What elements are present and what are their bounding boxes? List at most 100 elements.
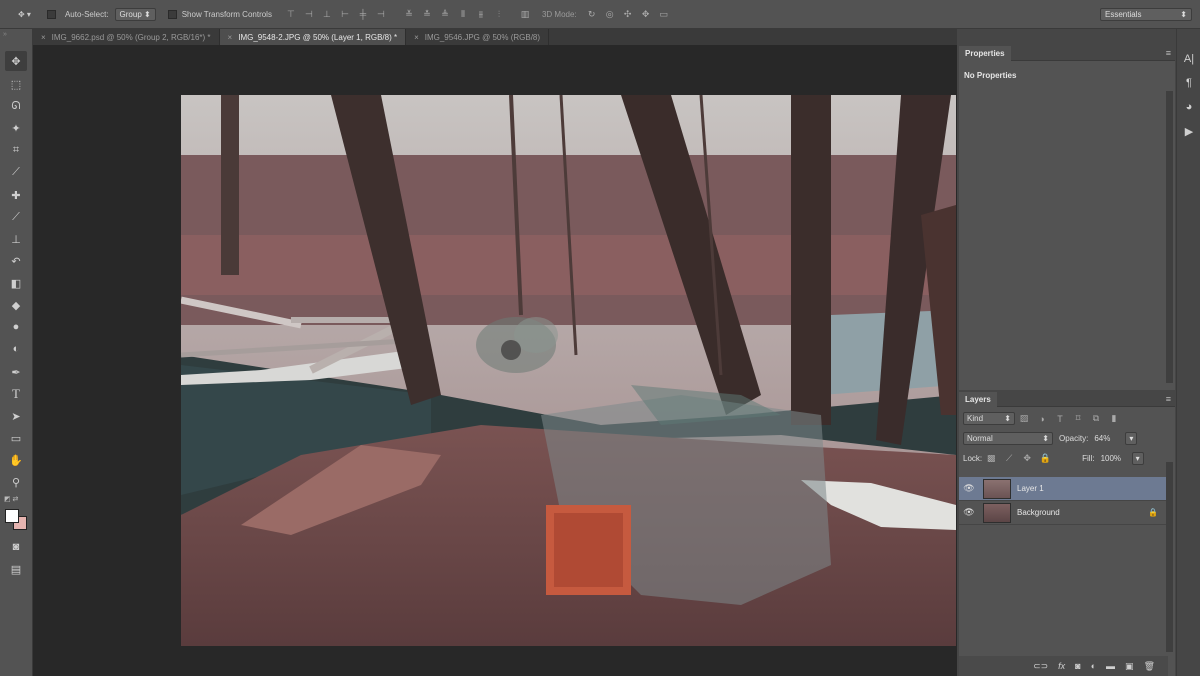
layer-row-background[interactable]: 👁 Background 🔒 bbox=[959, 501, 1168, 525]
panel-menu-icon[interactable]: ≡ bbox=[1166, 394, 1171, 404]
3d-scale-icon[interactable]: ▭ bbox=[657, 8, 671, 20]
new-layer-icon[interactable]: ▣ bbox=[1125, 661, 1134, 672]
quick-mask-icon[interactable]: ◙ bbox=[5, 537, 27, 557]
align-top-icon[interactable]: ⊤ bbox=[284, 8, 298, 20]
blend-mode-dropdown[interactable]: Normal ⬍ bbox=[963, 432, 1053, 445]
move-tool-preset-icon[interactable]: ✥ ▾ bbox=[18, 10, 31, 19]
link-layers-icon[interactable]: ⊂⊃ bbox=[1033, 661, 1048, 672]
default-colors-icon[interactable]: ◩ ⇄ bbox=[4, 495, 18, 503]
path-select-icon[interactable]: ➤ bbox=[5, 406, 27, 426]
lock-all-icon[interactable]: 🔒 bbox=[1038, 453, 1052, 465]
layer-style-icon[interactable]: fx bbox=[1058, 661, 1065, 671]
align-hcenter-icon[interactable]: ╪ bbox=[356, 8, 370, 20]
panel-menu-icon[interactable]: ≡ bbox=[1166, 48, 1171, 58]
filter-shape-icon[interactable]: ⌑ bbox=[1071, 413, 1085, 425]
hand-icon[interactable]: ✋ bbox=[5, 450, 27, 470]
layer-row-layer-1[interactable]: 👁 Layer 1 bbox=[959, 477, 1168, 501]
distribute-hcenter-icon[interactable]: ⫵ bbox=[474, 8, 488, 20]
visibility-eye-icon[interactable]: 👁 bbox=[959, 507, 979, 518]
distribute-vcenter-icon[interactable]: ≛ bbox=[420, 8, 434, 20]
auto-select-dropdown[interactable]: Group ⬍ bbox=[114, 7, 156, 21]
fill-slider-icon[interactable]: ▾ bbox=[1131, 452, 1144, 465]
3d-drag-icon[interactable]: ✣ bbox=[621, 8, 635, 20]
workspace-dropdown[interactable]: Essentials ⬍ bbox=[1100, 7, 1192, 21]
paragraph-panel-icon[interactable]: ¶ bbox=[1177, 71, 1200, 95]
close-icon[interactable]: × bbox=[414, 33, 419, 42]
tab-label: IMG_9546.JPG @ 50% (RGB/8) bbox=[424, 32, 541, 42]
eyedropper-icon[interactable]: ⟋ bbox=[5, 162, 27, 182]
healing-brush-icon[interactable]: ✚ bbox=[5, 185, 27, 205]
3d-slide-icon[interactable]: ✥ bbox=[639, 8, 653, 20]
swatch-globe-icon[interactable]: ◕ bbox=[1177, 95, 1200, 119]
align-vcenter-icon[interactable]: ⊣ bbox=[302, 8, 316, 20]
dodge-icon[interactable]: ◐ bbox=[5, 339, 27, 359]
3d-roll-icon[interactable]: ◎ bbox=[603, 8, 617, 20]
toolbar-collapse-icon[interactable]: » bbox=[3, 31, 7, 38]
align-bottom-icon[interactable]: ⊥ bbox=[320, 8, 334, 20]
layers-scrollbar[interactable] bbox=[1166, 462, 1173, 652]
move-icon[interactable]: ✥ bbox=[5, 51, 27, 71]
auto-align-icon[interactable]: ▥ bbox=[518, 8, 532, 20]
lock-transparency-icon[interactable]: ▩ bbox=[984, 453, 998, 465]
rectangle-icon[interactable]: ▭ bbox=[5, 428, 27, 448]
lock-position-icon[interactable]: ✥ bbox=[1020, 453, 1034, 465]
tab-img-9548-2[interactable]: × IMG_9548-2.JPG @ 50% (Layer 1, RGB/8) * bbox=[219, 29, 407, 45]
new-adjustment-icon[interactable]: ◐ bbox=[1091, 661, 1096, 671]
magic-wand-icon[interactable]: ✦ bbox=[5, 118, 27, 138]
foreground-color-swatch[interactable] bbox=[5, 509, 19, 523]
filter-adjustment-icon[interactable]: ◑ bbox=[1035, 413, 1049, 425]
opacity-field[interactable]: 64% bbox=[1091, 432, 1126, 445]
play-actions-icon[interactable]: ▶ bbox=[1177, 119, 1200, 143]
document-image[interactable] bbox=[181, 95, 956, 646]
distribute-left-icon[interactable]: ⫴ bbox=[456, 8, 470, 20]
layer-name[interactable]: Layer 1 bbox=[1017, 484, 1044, 493]
distribute-right-icon[interactable]: ⫶ bbox=[492, 8, 506, 20]
clone-stamp-icon[interactable]: ⊥ bbox=[5, 229, 27, 249]
align-right-icon[interactable]: ⊣ bbox=[374, 8, 388, 20]
properties-tab[interactable]: Properties bbox=[959, 45, 1011, 61]
show-transform-checkbox[interactable] bbox=[167, 9, 182, 19]
type-icon[interactable]: T bbox=[5, 384, 27, 404]
layer-name[interactable]: Background bbox=[1017, 508, 1060, 517]
eraser-icon[interactable]: ◧ bbox=[5, 273, 27, 293]
layers-tab[interactable]: Layers bbox=[959, 391, 997, 407]
brush-icon[interactable]: ⟋ bbox=[5, 207, 27, 227]
properties-scrollbar[interactable] bbox=[1166, 91, 1173, 383]
filter-toggle-icon[interactable]: ▮ bbox=[1107, 413, 1121, 425]
lasso-icon[interactable]: ᘏ bbox=[5, 96, 27, 116]
character-panel-icon[interactable]: A| bbox=[1177, 47, 1200, 71]
document-tabs: × IMG_9662.psd @ 50% (Group 2, RGB/16*) *… bbox=[33, 29, 957, 45]
filter-type-icon[interactable]: T bbox=[1053, 413, 1067, 425]
canvas-area[interactable] bbox=[33, 45, 957, 676]
crop-icon[interactable]: ⌗ bbox=[5, 140, 27, 160]
distribute-top-icon[interactable]: ≚ bbox=[402, 8, 416, 20]
delete-layer-icon[interactable]: 🗑 bbox=[1144, 661, 1155, 672]
fill-field[interactable]: 100% bbox=[1097, 452, 1132, 465]
filter-smart-object-icon[interactable]: ⧉ bbox=[1089, 413, 1103, 425]
lock-image-icon[interactable]: ⟋ bbox=[1002, 453, 1016, 465]
screen-mode-icon[interactable]: ▤ bbox=[5, 559, 27, 579]
history-brush-icon[interactable]: ↶ bbox=[5, 251, 27, 271]
marquee-icon[interactable]: ⬚ bbox=[5, 74, 27, 94]
layer-thumbnail bbox=[983, 502, 1011, 523]
filter-pixel-icon[interactable]: ▨ bbox=[1017, 413, 1031, 425]
layer-filter-row: Kind ⬍ ▨ ◑ T ⌑ ⧉ ▮ bbox=[959, 407, 1175, 430]
new-group-icon[interactable]: ▬ bbox=[1106, 661, 1115, 671]
visibility-eye-icon[interactable]: 👁 bbox=[959, 483, 979, 494]
opacity-slider-icon[interactable]: ▾ bbox=[1125, 432, 1138, 445]
zoom-icon[interactable]: ⚲ bbox=[5, 472, 27, 492]
pen-icon[interactable]: ✒ bbox=[5, 362, 27, 382]
properties-content: No Properties bbox=[964, 71, 1017, 80]
align-left-icon[interactable]: ⊢ bbox=[338, 8, 352, 20]
add-mask-icon[interactable]: ◙ bbox=[1075, 661, 1080, 671]
close-icon[interactable]: × bbox=[41, 33, 46, 42]
paint-bucket-icon[interactable]: ◆ bbox=[5, 295, 27, 315]
tab-img-9546[interactable]: × IMG_9546.JPG @ 50% (RGB/8) bbox=[406, 29, 550, 45]
tab-img-9662[interactable]: × IMG_9662.psd @ 50% (Group 2, RGB/16*) * bbox=[33, 29, 220, 45]
3d-rotate-icon[interactable]: ↻ bbox=[585, 8, 599, 20]
blur-icon[interactable]: ● bbox=[5, 317, 27, 337]
filter-kind-dropdown[interactable]: Kind ⬍ bbox=[963, 412, 1015, 425]
close-icon[interactable]: × bbox=[228, 33, 233, 42]
auto-select-checkbox[interactable] bbox=[46, 9, 61, 19]
distribute-bottom-icon[interactable]: ≜ bbox=[438, 8, 452, 20]
